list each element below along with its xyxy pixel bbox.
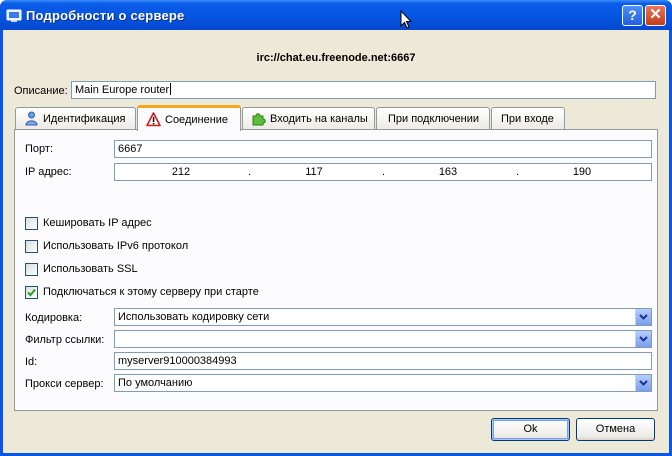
connect-on-start-checkbox[interactable]: Подключаться к этому серверу при старте: [25, 285, 259, 299]
checkbox-label: Использовать SSL: [43, 263, 138, 275]
connection-panel: Порт: 6667 IP адрес: 212 . 117 . 163 . 1…: [14, 129, 658, 411]
link-filter-label: Фильтр ссылки:: [25, 334, 105, 346]
dropdown-button[interactable]: [635, 331, 651, 347]
puzzle-icon: [252, 113, 266, 126]
checkbox-label: Использовать IPv6 протокол: [43, 240, 189, 252]
id-value: myserver910000384993: [118, 355, 237, 367]
cache-ip-checkbox[interactable]: Кешировать IP адрес: [25, 216, 152, 230]
ip-octet-3[interactable]: 163: [418, 165, 478, 179]
description-label: Описание:: [14, 85, 68, 97]
ip-address-label: IP адрес:: [25, 166, 72, 178]
checkbox-box[interactable]: [25, 239, 38, 253]
mouse-cursor-icon: [400, 10, 412, 29]
port-value: 6667: [118, 143, 143, 155]
id-input[interactable]: myserver910000384993: [114, 352, 652, 370]
dropdown-button[interactable]: [635, 309, 651, 325]
tab-label: При входе: [501, 112, 554, 125]
tab-label: Идентификация: [43, 112, 126, 125]
encoding-label: Кодировка:: [25, 312, 83, 324]
proxy-select[interactable]: По умолчанию: [114, 374, 652, 392]
checkbox-box[interactable]: [25, 285, 38, 299]
close-button[interactable]: ✕: [645, 5, 666, 26]
tab-connection[interactable]: Соединение: [137, 105, 241, 131]
ip-dot: .: [382, 166, 386, 178]
checkbox-label: Кешировать IP адрес: [43, 217, 152, 229]
id-label: Id:: [25, 356, 38, 368]
text-caret: [170, 83, 172, 95]
ip-octet-1[interactable]: 212: [151, 165, 211, 179]
server-details-dialog: Подробности о сервере ? ✕ irc://chat.eu.…: [0, 0, 672, 456]
tab-label: Входить на каналы: [270, 112, 368, 125]
ip-octet-4[interactable]: 190: [552, 165, 612, 179]
ssl-checkbox[interactable]: Использовать SSL: [25, 262, 138, 276]
link-filter-select[interactable]: [114, 330, 652, 348]
ipv6-checkbox[interactable]: Использовать IPv6 протокол: [25, 239, 188, 253]
cancel-button[interactable]: Отмена: [576, 418, 655, 441]
ip-address-input[interactable]: 212 . 117 . 163 . 190: [114, 163, 652, 181]
server-url: irc://chat.eu.freenode.net:6667: [256, 52, 416, 64]
chevron-down-icon: [639, 314, 648, 320]
encoding-value: Использовать кодировку сети: [118, 311, 270, 323]
warning-icon: [146, 112, 161, 127]
proxy-label: Прокси сервер:: [25, 378, 104, 390]
ok-button[interactable]: Ok: [491, 418, 570, 441]
tab-on-login[interactable]: При входе: [491, 107, 565, 129]
ip-dot: .: [516, 166, 520, 178]
proxy-value: По умолчанию: [118, 377, 193, 389]
checkbox-box[interactable]: [25, 262, 38, 276]
tab-label: При подключении: [388, 112, 480, 125]
person-icon: [25, 111, 38, 126]
dialog-client-area: irc://chat.eu.freenode.net:6667 Описание…: [3, 30, 669, 453]
ip-octet-2[interactable]: 117: [284, 165, 344, 179]
checkmark-icon: [27, 288, 36, 296]
description-value: Main Europe router: [75, 84, 170, 96]
title-bar[interactable]: Подробности о сервере ? ✕: [0, 0, 672, 30]
port-input[interactable]: 6667: [114, 140, 652, 158]
tab-identification[interactable]: Идентификация: [15, 107, 136, 129]
window-title: Подробности о сервере: [26, 8, 185, 23]
dropdown-button[interactable]: [635, 375, 651, 391]
ip-dot: .: [248, 166, 252, 178]
description-input[interactable]: Main Europe router: [71, 81, 656, 99]
chevron-down-icon: [639, 380, 648, 386]
checkbox-box[interactable]: [25, 216, 38, 230]
port-label: Порт:: [25, 143, 53, 155]
help-button[interactable]: ?: [622, 5, 643, 26]
checkbox-label: Подключаться к этому серверу при старте: [43, 286, 259, 298]
chevron-down-icon: [639, 336, 648, 342]
tab-label: Соединение: [165, 113, 229, 126]
tab-on-connect[interactable]: При подключении: [376, 107, 490, 129]
app-icon: [6, 9, 22, 22]
tab-join-channels[interactable]: Входить на каналы: [242, 107, 375, 129]
encoding-select[interactable]: Использовать кодировку сети: [114, 308, 652, 326]
